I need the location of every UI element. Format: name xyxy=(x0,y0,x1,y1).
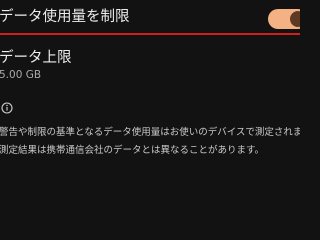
switch-thumb xyxy=(290,11,300,27)
data-limit-settings-screen: データ使用量を制限 データ上限 5.00 GB 警告や制限の基準となるデータ使用… xyxy=(0,0,300,200)
data-limit-value: 5.00 GB xyxy=(0,69,42,81)
data-limit-title: データ上限 xyxy=(0,50,72,66)
info-text-line-2: 測定結果は携帯通信会社のデータとは異なることがあります。 xyxy=(0,145,265,156)
data-limit-switch[interactable] xyxy=(268,9,300,29)
section-divider xyxy=(0,33,300,35)
data-limit-toggle-label: データ使用量を制限 xyxy=(0,9,130,25)
data-limit-toggle-row[interactable]: データ使用量を制限 xyxy=(0,0,300,33)
info-text-line-1: 警告や制限の基準となるデータ使用量はお使いのデバイスで測定されます。 xyxy=(0,127,300,138)
info-icon xyxy=(1,102,13,114)
